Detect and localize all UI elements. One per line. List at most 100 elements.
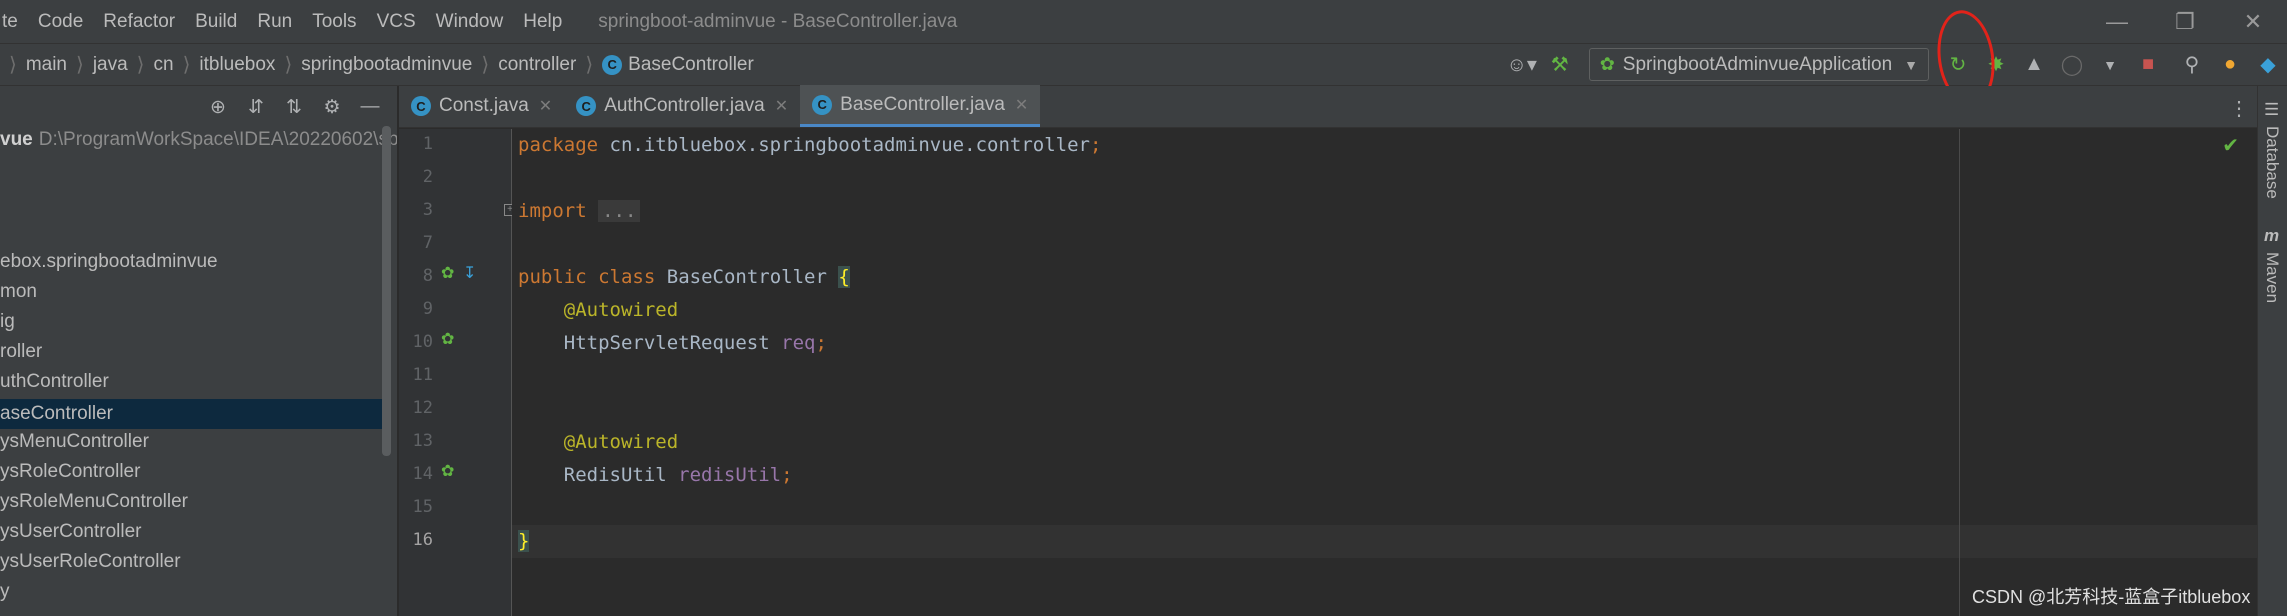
tree-item[interactable]: ig	[0, 311, 15, 333]
chevron-down-icon: ▼	[1904, 56, 1918, 73]
build-hammer-icon[interactable]: ⚒	[1543, 48, 1577, 82]
tree-item[interactable]: ebox.springbootadminvue	[0, 251, 218, 273]
line-number: 13	[412, 431, 433, 451]
tab-const[interactable]: C Const.java ✕	[399, 85, 564, 127]
search-icon[interactable]: ⚲	[2175, 48, 2209, 82]
line-number: 7	[422, 233, 433, 253]
tab-label: Const.java	[439, 95, 529, 116]
tree-item[interactable]: ysUserRoleController	[0, 551, 181, 573]
hide-panel-icon[interactable]: —	[351, 96, 389, 118]
toolbox-icon[interactable]: ◆	[2251, 48, 2285, 82]
close-icon[interactable]: ✕	[539, 96, 552, 116]
line-number: 8	[422, 266, 433, 286]
menu-tools[interactable]: Tools	[302, 11, 366, 33]
coverage-icon[interactable]: ▲	[2017, 48, 2051, 82]
tab-label: AuthController.java	[604, 95, 765, 116]
update-icon[interactable]: ●	[2213, 48, 2247, 82]
spring-bean-icon[interactable]: ✿	[441, 263, 454, 283]
code-line-10: HttpServletRequest req;	[563, 332, 827, 354]
breadcrumb-separator-icon: ⟩	[136, 54, 145, 76]
tree-item[interactable]: ysRoleMenuController	[0, 491, 188, 513]
breadcrumb-item-class[interactable]: BaseController	[628, 54, 754, 76]
breadcrumb-separator-icon: ⟩	[585, 54, 594, 76]
minimize-button[interactable]: —	[2083, 0, 2151, 43]
breadcrumb-item-main[interactable]: main	[26, 54, 67, 76]
locate-icon[interactable]: ⊕	[199, 96, 237, 119]
tree-item-selected[interactable]: aseController	[0, 399, 390, 429]
user-icon[interactable]: ☺▾	[1505, 48, 1539, 82]
breadcrumb-separator-icon: ⟩	[284, 54, 293, 76]
project-root-path: D:\ProgramWorkSpace\IDEA\20220602\sp	[38, 129, 398, 150]
database-tool-button[interactable]: Database	[2262, 126, 2282, 199]
breadcrumb-item-controller[interactable]: controller	[498, 54, 576, 76]
database-icon: ☰	[2264, 100, 2280, 119]
class-icon: C	[812, 94, 833, 115]
close-icon[interactable]: ✕	[775, 96, 788, 116]
window-controls: — ❐ ✕	[2083, 0, 2287, 43]
stop-icon[interactable]: ■	[2131, 48, 2165, 82]
watermark: CSDN @北芳科技-蓝盒子itbluebox	[1972, 587, 2251, 607]
profile-icon[interactable]: ◯	[2055, 48, 2089, 82]
code-line-9: @Autowired	[563, 299, 679, 321]
more-vertical-icon[interactable]: ⋮	[2229, 96, 2249, 121]
breadcrumb-item-java[interactable]: java	[93, 54, 128, 76]
maven-tool-button[interactable]: Maven	[2262, 252, 2282, 303]
close-button[interactable]: ✕	[2219, 0, 2287, 43]
line-number: 15	[412, 497, 433, 517]
tree-item[interactable]: mon	[0, 281, 37, 303]
menu-run[interactable]: Run	[247, 11, 302, 33]
tree-item[interactable]: uthController	[0, 371, 109, 393]
folded-imports[interactable]: ...	[598, 200, 641, 222]
project-scrollbar[interactable]	[382, 126, 391, 456]
tree-item[interactable]: roller	[0, 341, 42, 363]
menu-help[interactable]: Help	[513, 11, 572, 33]
code-line-14: RedisUtil redisUtil;	[563, 464, 793, 486]
right-margin-guide	[1959, 129, 1960, 616]
breadcrumb-separator-icon: ⟩	[9, 54, 17, 76]
tree-item[interactable]: ysUserController	[0, 521, 141, 543]
spring-boot-icon: ✿	[1599, 54, 1615, 74]
line-number: 16	[412, 530, 433, 550]
project-panel: ⊕ ⇵ ⇅ ⚙ — vue D:\ProgramWorkSpace\IDEA\20…	[0, 86, 398, 616]
run-configuration-select[interactable]: ✿ SpringbootAdminvueApplication ▼	[1588, 48, 1929, 81]
tree-item[interactable]: ysRoleController	[0, 461, 140, 483]
more-run-options-icon[interactable]: ▼	[2093, 48, 2127, 82]
code-editor[interactable]: ✔ package cn.itbluebox.springbootadminvu…	[512, 129, 2257, 616]
breadcrumb-separator-icon: ⟩	[182, 54, 191, 76]
tree-item[interactable]: y	[0, 581, 10, 603]
breadcrumb-separator-icon: ⟩	[481, 54, 490, 76]
run-configuration-label: SpringbootAdminvueApplication	[1622, 53, 1893, 75]
breadcrumb-item-itbluebox[interactable]: itbluebox	[199, 54, 275, 76]
tree-item[interactable]: ysMenuController	[0, 431, 149, 453]
breadcrumb-item-cn[interactable]: cn	[153, 54, 173, 76]
line-number: 1	[422, 134, 433, 154]
tab-base-controller[interactable]: C BaseController.java ✕	[800, 85, 1041, 127]
breadcrumb-item-springbootadminvue[interactable]: springbootadminvue	[301, 54, 472, 76]
menu-window[interactable]: Window	[426, 11, 514, 33]
right-tool-strip: ☰ Database m Maven	[2257, 86, 2287, 616]
menu-code[interactable]: Code	[28, 11, 93, 33]
line-number: 2	[422, 167, 433, 187]
gear-icon[interactable]: ⚙	[313, 96, 351, 119]
line-number: 12	[412, 398, 433, 418]
menu-build[interactable]: Build	[185, 11, 247, 33]
menu-vcs[interactable]: VCS	[367, 11, 426, 33]
implemented-down-icon[interactable]: ↧	[463, 263, 476, 283]
code-line-3: import ...	[518, 195, 641, 228]
menu-file[interactable]: te	[0, 11, 28, 33]
breadcrumb-separator-icon: ⟩	[76, 54, 84, 76]
autowired-icon[interactable]: ✿	[441, 461, 454, 481]
code-line-16: }	[518, 530, 530, 552]
autowired-icon[interactable]: ✿	[441, 329, 454, 349]
project-root[interactable]: vue D:\ProgramWorkSpace\IDEA\20220602\sp	[0, 129, 398, 151]
inspection-ok-icon[interactable]: ✔	[2222, 133, 2239, 158]
restore-button[interactable]: ❐	[2151, 0, 2219, 43]
close-icon[interactable]: ✕	[1015, 95, 1028, 115]
menu-refactor[interactable]: Refactor	[93, 11, 185, 33]
class-icon: C	[411, 96, 431, 116]
code-line-13: @Autowired	[563, 431, 679, 453]
collapse-all-icon[interactable]: ⇅	[275, 96, 313, 119]
expand-all-icon[interactable]: ⇵	[237, 96, 275, 119]
line-number: 14	[412, 464, 433, 484]
tab-auth-controller[interactable]: C AuthController.java ✕	[564, 85, 800, 127]
